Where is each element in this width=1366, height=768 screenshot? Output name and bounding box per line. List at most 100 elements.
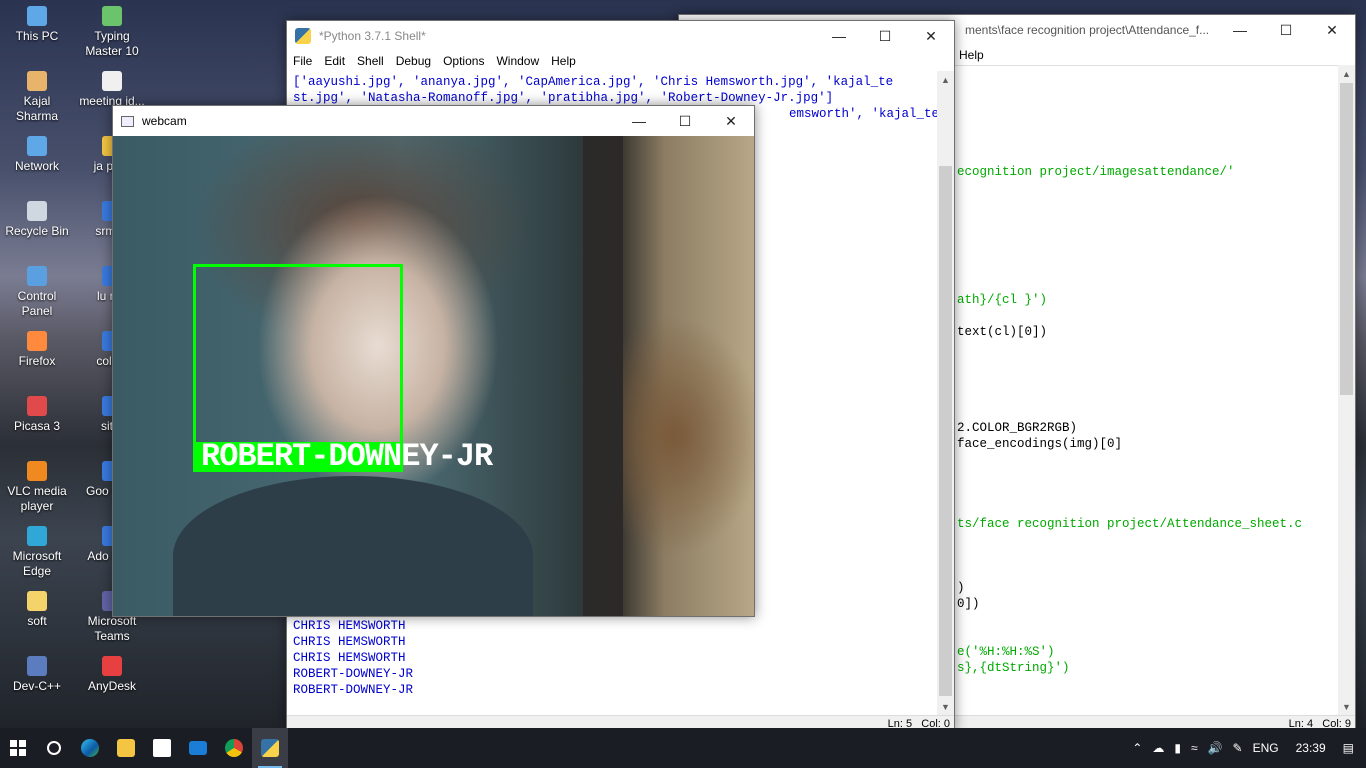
app-icon <box>27 591 47 611</box>
desktop-icon[interactable]: Kajal Sharma <box>1 71 73 124</box>
desktop-icon[interactable]: meeting id... <box>76 71 148 109</box>
edge-icon[interactable] <box>72 728 108 768</box>
app-icon <box>27 526 47 546</box>
minimize-icon[interactable]: — <box>816 21 862 51</box>
dark-door-frame <box>583 136 623 616</box>
editor-code-line: text(cl)[0]) <box>957 325 1048 339</box>
desktop-icon-label: Recycle Bin <box>5 224 69 238</box>
clock[interactable]: 23:39 <box>1296 741 1326 755</box>
desktop-icon-label: Microsoft Teams <box>87 614 137 643</box>
shell-output-line: st.jpg', 'Natasha-Romanoff.jpg', 'pratib… <box>293 91 834 105</box>
chevron-up-icon[interactable]: ⌃ <box>1132 741 1142 755</box>
desktop-icon[interactable]: Dev-C++ <box>1 656 73 694</box>
window-app-icon <box>121 115 134 127</box>
editor-code-line: s},{dtString}') <box>957 661 1070 675</box>
maximize-icon[interactable]: ☐ <box>662 106 708 136</box>
menu-item[interactable]: File <box>293 54 312 68</box>
pen-icon[interactable]: ✎ <box>1233 741 1243 755</box>
windows-start-icon[interactable] <box>0 728 36 768</box>
desktop-icon[interactable]: Microsoft Edge <box>1 526 73 579</box>
desktop-icon[interactable]: Picasa 3 <box>1 396 73 434</box>
shell-title: *Python 3.7.1 Shell* <box>319 29 426 43</box>
shell-scrollbar[interactable]: ▲ ▼ <box>937 71 954 715</box>
editor-code-line: ath}/{cl }') <box>957 293 1048 307</box>
desktop-icon-label: soft <box>27 614 47 628</box>
desktop-icon-label: Microsoft Edge <box>12 549 62 578</box>
python-idle-icon[interactable] <box>252 728 288 768</box>
scroll-thumb[interactable] <box>939 166 952 696</box>
menu-item[interactable]: Options <box>443 54 484 68</box>
cloud-icon[interactable]: ☁ <box>1152 741 1164 755</box>
editor-scrollbar[interactable]: ▲ ▼ <box>1338 65 1355 715</box>
webcam-title: webcam <box>142 114 187 128</box>
editor-code-line: 0]) <box>957 597 980 611</box>
editor-code-line: ts/face recognition project/Attendance_s… <box>957 517 1303 531</box>
scroll-down-icon[interactable]: ▼ <box>937 698 954 715</box>
desktop-icon[interactable]: AnyDesk <box>76 656 148 694</box>
taskbar: ⌃ ☁ ▮ ≈ 🔊 ✎ ENG 23:39 ▤ <box>0 728 1366 768</box>
scroll-down-icon[interactable]: ▼ <box>1338 698 1355 715</box>
system-tray: ⌃ ☁ ▮ ≈ 🔊 ✎ ENG 23:39 ▤ <box>1127 728 1366 768</box>
battery-icon[interactable]: ▮ <box>1174 741 1181 755</box>
volume-icon[interactable]: 🔊 <box>1208 741 1223 755</box>
menu-item[interactable]: Help <box>551 54 576 68</box>
menu-item[interactable]: Debug <box>396 54 431 68</box>
desktop-icon-label: Kajal Sharma <box>15 94 59 123</box>
app-icon <box>102 6 122 26</box>
desktop-icon[interactable]: Firefox <box>1 331 73 369</box>
webcam-video-frame: ROBERT-DOWNEY-JR <box>113 136 754 616</box>
app-icon <box>102 71 122 91</box>
shell-output-line: CHRIS HEMSWORTH <box>293 619 406 633</box>
app-icon <box>27 656 47 676</box>
chrome-icon[interactable] <box>216 728 252 768</box>
desktop-icon[interactable]: VLC media player <box>1 461 73 514</box>
desktop-icon-label: AnyDesk <box>87 679 137 693</box>
minimize-icon[interactable]: — <box>616 106 662 136</box>
menu-item[interactable]: Shell <box>357 54 384 68</box>
editor-code-line: e('%H:%H:%S') <box>957 645 1055 659</box>
menu-item[interactable]: Window <box>496 54 539 68</box>
app-icon <box>27 201 47 221</box>
close-icon[interactable]: ✕ <box>908 21 954 51</box>
desktop-icon[interactable]: Control Panel <box>1 266 73 319</box>
scroll-up-icon[interactable]: ▲ <box>1338 65 1355 82</box>
desktop-icon-label: Picasa 3 <box>13 419 61 433</box>
minimize-icon[interactable]: — <box>1217 15 1263 45</box>
close-icon[interactable]: ✕ <box>708 106 754 136</box>
desktop-icon[interactable]: Recycle Bin <box>1 201 73 239</box>
search-icon[interactable] <box>36 728 72 768</box>
webcam-window: webcam — ☐ ✕ ROBERT-DOWNEY-JR <box>112 105 755 617</box>
scroll-up-icon[interactable]: ▲ <box>937 71 954 88</box>
maximize-icon[interactable]: ☐ <box>1263 15 1309 45</box>
app-icon <box>27 461 47 481</box>
file-explorer-icon[interactable] <box>108 728 144 768</box>
close-icon[interactable]: ✕ <box>1309 15 1355 45</box>
maximize-icon[interactable]: ☐ <box>862 21 908 51</box>
app-icon <box>27 331 47 351</box>
notification-icon[interactable]: ▤ <box>1343 741 1354 755</box>
desktop-icon-label: Network <box>14 159 59 173</box>
desktop-icon-label: Dev-C++ <box>12 679 62 693</box>
app-icon <box>27 396 47 416</box>
desktop-icon-label: This PC <box>15 29 59 43</box>
app-icon <box>27 136 47 156</box>
webcam-titlebar[interactable]: webcam — ☐ ✕ <box>113 106 754 136</box>
app-icon <box>27 71 47 91</box>
python-icon <box>295 28 311 44</box>
shell-titlebar[interactable]: *Python 3.7.1 Shell* — ☐ ✕ <box>287 21 954 51</box>
menu-help[interactable]: Help <box>959 48 984 62</box>
editor-code-line: face_encodings(img)[0] <box>957 437 1123 451</box>
menu-item[interactable]: Edit <box>324 54 345 68</box>
app-icon <box>27 6 47 26</box>
language-indicator[interactable]: ENG <box>1253 741 1279 755</box>
wifi-icon[interactable]: ≈ <box>1191 741 1198 755</box>
desktop-icon[interactable]: This PC <box>1 6 73 44</box>
desktop-icon[interactable]: soft <box>1 591 73 629</box>
desktop-icon[interactable]: Typing Master 10 <box>76 6 148 59</box>
desktop-icon[interactable]: Network <box>1 136 73 174</box>
shell-output-line: emsworth', 'kajal_test <box>789 107 955 121</box>
shell-output-line: CHRIS HEMSWORTH <box>293 635 406 649</box>
scroll-thumb[interactable] <box>1340 83 1353 395</box>
mail-icon[interactable] <box>180 728 216 768</box>
store-icon[interactable] <box>144 728 180 768</box>
